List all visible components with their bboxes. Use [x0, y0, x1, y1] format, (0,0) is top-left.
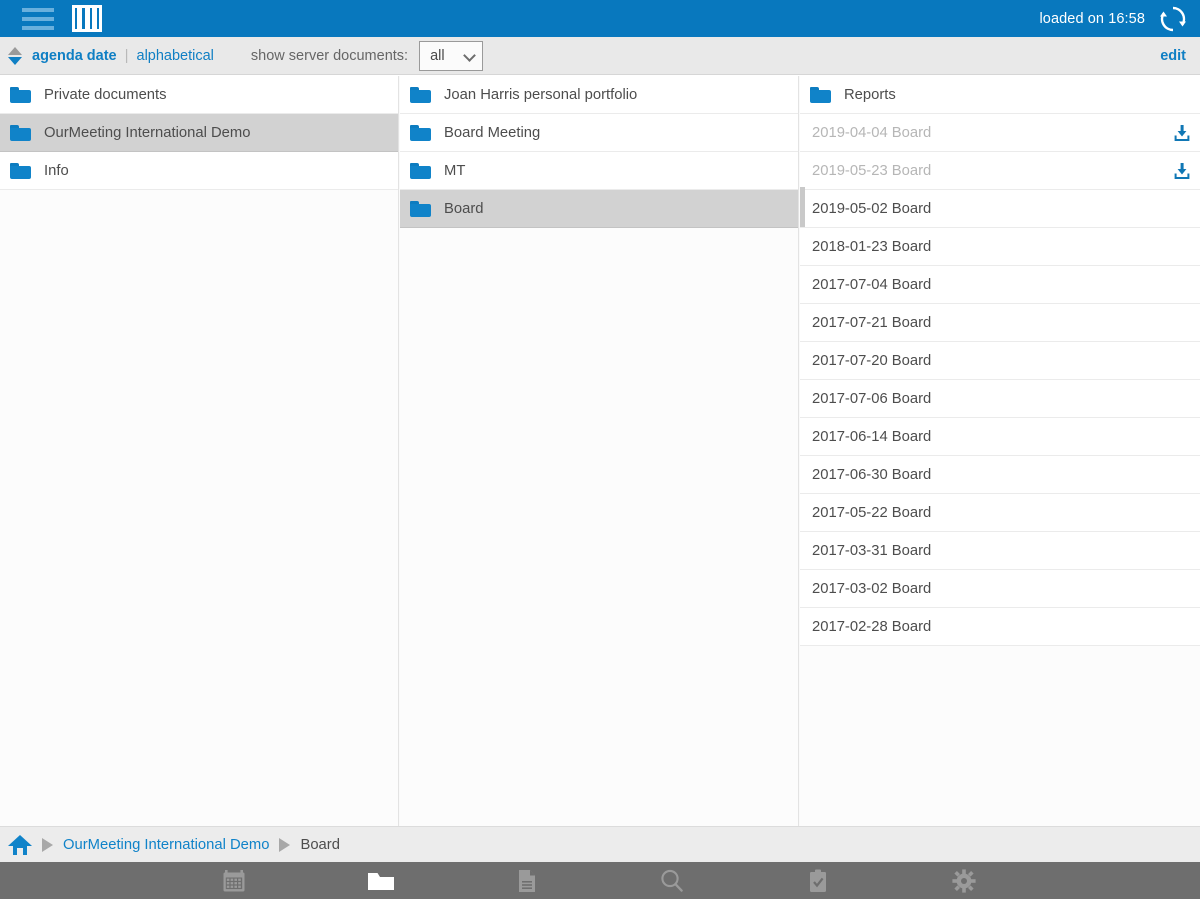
breadcrumb-item: Board [300, 837, 340, 853]
folder-icon [10, 163, 31, 179]
row-label: 2019-04-04 Board [812, 125, 931, 141]
download-icon[interactable] [1172, 123, 1192, 143]
row-label: 2019-05-02 Board [812, 201, 931, 217]
sort-ascending-arrow [8, 47, 22, 55]
document-row[interactable]: 2017-03-31 Board [800, 532, 1200, 570]
folder-icon [410, 201, 431, 217]
row-label: 2017-03-31 Board [812, 543, 931, 559]
row-label: MT [444, 163, 465, 179]
edit-button[interactable]: edit [1160, 48, 1186, 64]
row-label: Joan Harris personal portfolio [444, 87, 637, 103]
folder-row[interactable]: Reports [800, 76, 1200, 114]
toolbar-tasks-icon[interactable] [788, 862, 848, 899]
toolbar-gear-icon[interactable] [934, 862, 994, 899]
document-row[interactable]: 2019-05-02 Board [800, 190, 1200, 228]
columns-container: Private documents OurMeeting Internationa… [0, 76, 1200, 826]
folder-icon [410, 87, 431, 103]
sort-alphabetical[interactable]: alphabetical [137, 48, 214, 64]
document-row[interactable]: 2017-03-02 Board [800, 570, 1200, 608]
breadcrumb-separator-icon [279, 838, 290, 852]
row-label: 2018-01-23 Board [812, 239, 931, 255]
document-row[interactable]: 2019-04-04 Board [800, 114, 1200, 152]
row-label: Info [44, 163, 69, 179]
row-label: 2017-07-04 Board [812, 277, 931, 293]
hamburger-icon[interactable] [22, 6, 54, 32]
breadcrumb-item[interactable]: OurMeeting International Demo [63, 837, 269, 853]
document-row[interactable]: 2017-02-28 Board [800, 608, 1200, 646]
folder-row[interactable]: Board [400, 190, 798, 228]
row-label: Reports [844, 87, 896, 103]
folder-row[interactable]: Private documents [0, 76, 398, 114]
sort-arrows-icon[interactable] [7, 42, 23, 70]
folder-row[interactable]: MT [400, 152, 798, 190]
folder-row[interactable]: Joan Harris personal portfolio [400, 76, 798, 114]
breadcrumb-separator-icon [42, 838, 53, 852]
column-documents: Reports 2019-04-04 Board 2019-05-23 Board 2… [800, 76, 1200, 826]
toolbar-calendar-icon[interactable] [204, 862, 264, 899]
folder-icon [10, 87, 31, 103]
column-folders-list: Joan Harris personal portfolio Board Meet… [400, 76, 798, 228]
server-documents-filter[interactable]: all [419, 41, 483, 71]
sort-separator: | [125, 47, 129, 64]
document-row[interactable]: 2017-05-22 Board [800, 494, 1200, 532]
row-label: 2017-06-30 Board [812, 467, 931, 483]
document-row[interactable]: 2018-01-23 Board [800, 228, 1200, 266]
folder-row[interactable]: Board Meeting [400, 114, 798, 152]
sort-descending-arrow [8, 57, 22, 65]
toolbar-document-icon[interactable] [497, 862, 557, 899]
sort-by-agenda-date[interactable]: agenda date [32, 48, 117, 64]
row-label: 2019-05-23 Board [812, 163, 931, 179]
row-label: 2017-05-22 Board [812, 505, 931, 521]
document-row[interactable]: 2017-07-21 Board [800, 304, 1200, 342]
folder-icon [410, 163, 431, 179]
breadcrumb-items: OurMeeting International Demo Board [32, 837, 340, 853]
document-row[interactable]: 2017-06-14 Board [800, 418, 1200, 456]
row-label: 2017-07-21 Board [812, 315, 931, 331]
row-label: OurMeeting International Demo [44, 125, 250, 141]
scrollbar-thumb[interactable] [800, 187, 805, 227]
folder-row[interactable]: Info [0, 152, 398, 190]
bottom-toolbar [0, 862, 1200, 899]
column-documents-list: Reports 2019-04-04 Board 2019-05-23 Board 2… [800, 76, 1200, 646]
row-label: 2017-07-06 Board [812, 391, 931, 407]
breadcrumb: OurMeeting International Demo Board [0, 826, 1200, 862]
column-folders: Joan Harris personal portfolio Board Meet… [400, 76, 799, 826]
loaded-status: loaded on 16:58 [1039, 0, 1145, 37]
download-icon[interactable] [1172, 161, 1192, 181]
home-icon[interactable] [8, 835, 32, 855]
toolbar-search-icon[interactable] [642, 862, 702, 899]
toolbar-folder-icon[interactable] [351, 862, 411, 899]
folder-icon [410, 125, 431, 141]
row-label: 2017-06-14 Board [812, 429, 931, 445]
columns-view-icon[interactable] [72, 5, 102, 32]
folder-icon [810, 87, 831, 103]
row-label: 2017-02-28 Board [812, 619, 931, 635]
show-server-documents-label: show server documents: [251, 48, 408, 64]
row-label: 2017-07-20 Board [812, 353, 931, 369]
document-row[interactable]: 2017-07-20 Board [800, 342, 1200, 380]
top-bar: loaded on 16:58 [0, 0, 1200, 37]
row-label: Board [444, 201, 484, 217]
sort-filter-bar: agenda date | alphabetical show server d… [0, 37, 1200, 75]
folder-row[interactable]: OurMeeting International Demo [0, 114, 398, 152]
folder-icon [10, 125, 31, 141]
document-row[interactable]: 2019-05-23 Board [800, 152, 1200, 190]
document-row[interactable]: 2017-06-30 Board [800, 456, 1200, 494]
document-row[interactable]: 2017-07-06 Board [800, 380, 1200, 418]
row-label: 2017-03-02 Board [812, 581, 931, 597]
column-sources: Private documents OurMeeting Internationa… [0, 76, 399, 826]
row-label: Board Meeting [444, 125, 540, 141]
document-row[interactable]: 2017-07-04 Board [800, 266, 1200, 304]
column-sources-list: Private documents OurMeeting Internationa… [0, 76, 398, 190]
row-label: Private documents [44, 87, 167, 103]
refresh-icon[interactable] [1158, 4, 1188, 34]
app-root: loaded on 16:58 agenda date | alphabetic… [0, 0, 1200, 899]
